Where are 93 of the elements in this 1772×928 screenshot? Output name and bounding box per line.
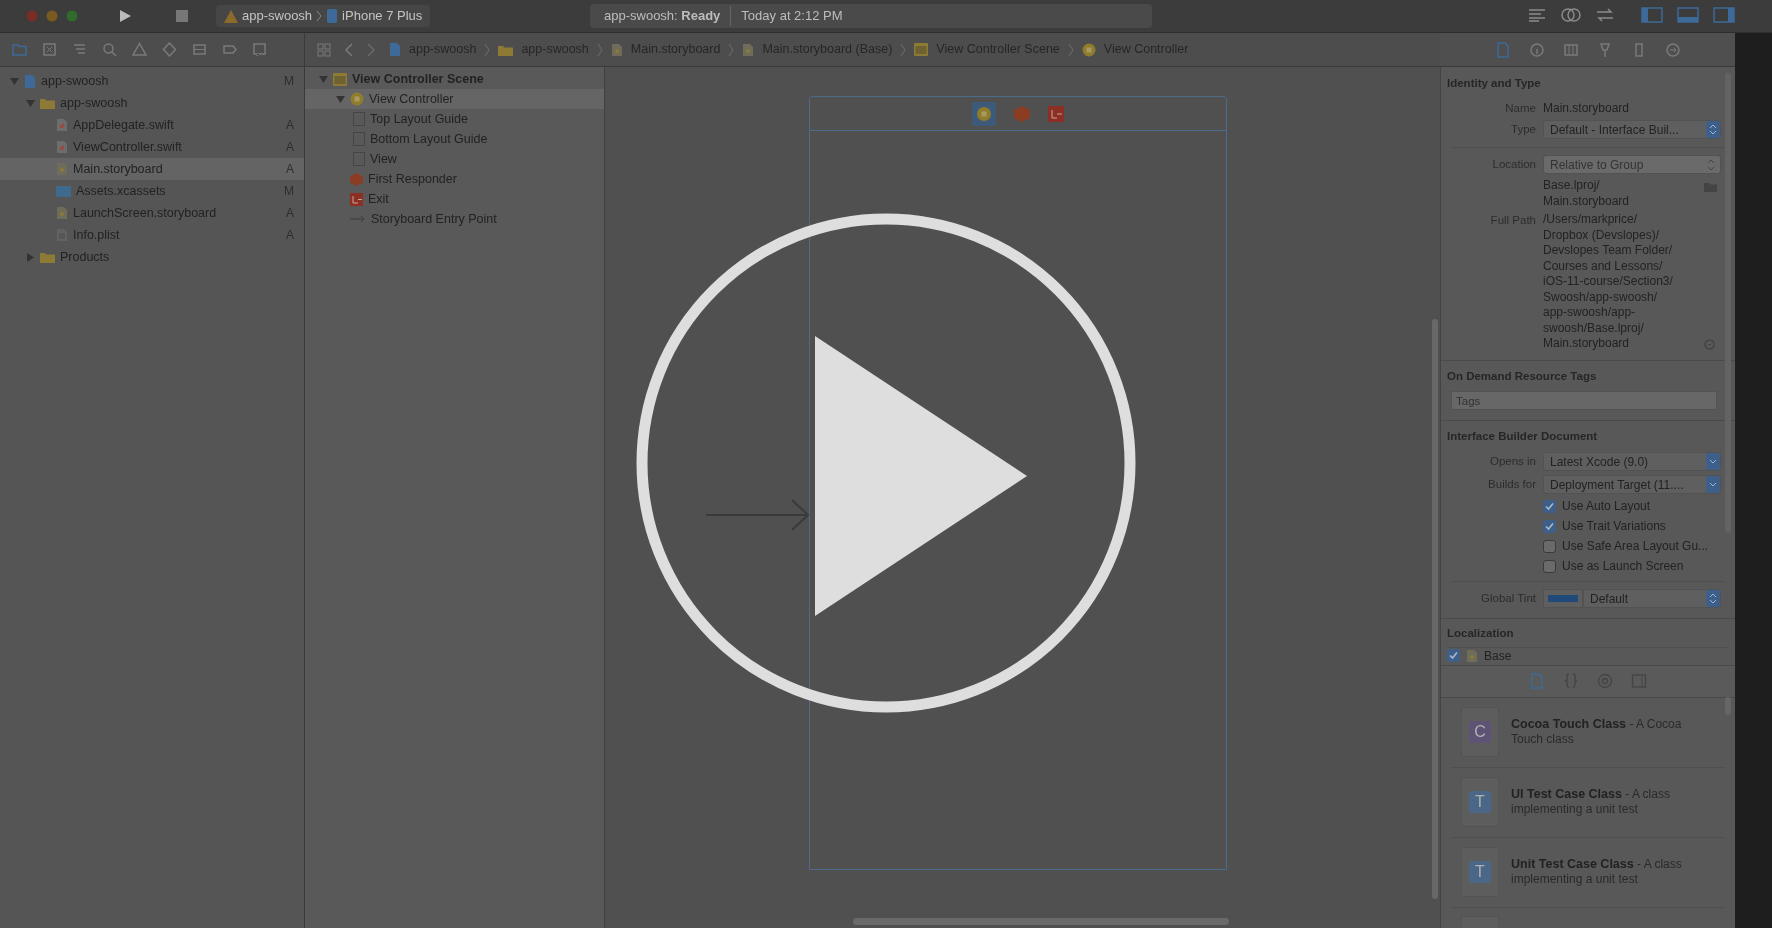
version-editor-icon[interactable] xyxy=(1595,7,1615,23)
message-icon[interactable] xyxy=(252,42,267,57)
identity-icon[interactable] xyxy=(1562,41,1579,58)
color-well[interactable] xyxy=(1543,589,1583,609)
storyboard-file-icon xyxy=(1466,648,1478,663)
standard-editor-icon[interactable] xyxy=(1527,7,1547,23)
checkbox[interactable] xyxy=(1543,539,1556,553)
vertical-scrollbar[interactable] xyxy=(1432,319,1438,899)
status-text: app-swoosh: Ready xyxy=(604,7,721,26)
checkbox[interactable] xyxy=(1543,559,1556,573)
color-swatch xyxy=(1548,595,1578,603)
template-letter: C xyxy=(1469,721,1491,743)
exit-icon xyxy=(350,192,363,206)
disclosure-triangle-icon[interactable] xyxy=(10,76,19,86)
checkbox[interactable] xyxy=(1447,649,1460,662)
cube-icon xyxy=(350,172,363,186)
disclosure-triangle-icon[interactable] xyxy=(336,94,345,104)
cube-icon[interactable] xyxy=(1014,105,1030,122)
chevron-icon xyxy=(484,42,491,57)
disclosure-triangle-icon[interactable] xyxy=(26,252,35,262)
chevron-icon xyxy=(900,42,907,57)
storyboard-file-icon xyxy=(56,162,68,176)
chevron-down-icon xyxy=(1706,476,1720,494)
chevron-icon xyxy=(596,42,603,57)
popup-button[interactable]: Default - Interface Buil... xyxy=(1543,120,1721,140)
outline-label: View xyxy=(370,150,397,168)
popup-button[interactable]: Deployment Target (11.... xyxy=(1543,475,1721,495)
horizontal-scrollbar[interactable] xyxy=(853,918,1229,925)
project-file-icon xyxy=(389,42,401,57)
template-letter: T xyxy=(1469,791,1491,813)
storyboard-file-icon xyxy=(742,42,755,57)
chevron-down-icon xyxy=(1706,453,1720,471)
status-time: Today at 2:12 PM xyxy=(730,6,843,26)
tag-icon[interactable] xyxy=(222,42,237,57)
back-icon[interactable] xyxy=(345,42,353,57)
swift-file-icon xyxy=(56,118,68,132)
controller-icon xyxy=(350,92,364,106)
file-icon[interactable] xyxy=(1529,673,1545,689)
stepper-arrows-icon xyxy=(1706,590,1720,608)
controller-icon[interactable] xyxy=(972,101,996,126)
search-icon[interactable] xyxy=(102,42,117,57)
swift-file-icon xyxy=(56,140,68,154)
help-icon[interactable] xyxy=(1528,41,1545,58)
chevron-icon xyxy=(1067,42,1074,57)
template-letter: T xyxy=(1469,861,1491,883)
warning-icon[interactable] xyxy=(132,42,147,57)
chevron-icon xyxy=(728,42,735,57)
grid-icon[interactable] xyxy=(317,42,331,57)
checkbox[interactable] xyxy=(1543,519,1556,533)
square-cross-icon[interactable] xyxy=(42,42,57,57)
folder-icon xyxy=(40,251,55,263)
controller-icon xyxy=(1081,42,1096,57)
disclosure-triangle-icon[interactable] xyxy=(319,74,328,84)
list-icon[interactable] xyxy=(192,42,207,57)
folder-icon[interactable] xyxy=(12,42,27,57)
asset-folder-icon xyxy=(56,185,71,197)
assistant-editor-icon[interactable] xyxy=(1561,7,1581,23)
popup-button[interactable]: Default xyxy=(1583,589,1721,609)
forward-icon[interactable] xyxy=(367,42,375,57)
hierarchy-icon[interactable] xyxy=(72,42,87,57)
stepper-arrows-icon xyxy=(1706,121,1720,139)
outline-row[interactable]: View xyxy=(305,149,604,169)
project-file-icon xyxy=(24,73,36,89)
diamond-icon[interactable] xyxy=(162,42,177,57)
run-icon[interactable] xyxy=(118,9,132,23)
inspector-toggle-icon[interactable] xyxy=(1713,7,1735,23)
arrow-icon xyxy=(350,214,366,224)
outline-row[interactable]: View Controller xyxy=(305,89,604,109)
storyboard-file-icon xyxy=(56,206,68,220)
folder-icon xyxy=(40,97,55,109)
storyboard-file-icon xyxy=(610,42,623,57)
vertical-scrollbar[interactable] xyxy=(1725,73,1731,533)
chevron-icon xyxy=(316,10,323,22)
file-icon[interactable] xyxy=(1494,41,1511,58)
scheme-name[interactable]: app-swoosh xyxy=(242,6,313,26)
vertical-scrollbar[interactable] xyxy=(1725,697,1731,715)
disclosure-triangle-icon[interactable] xyxy=(26,98,35,108)
scene-icon xyxy=(333,72,347,86)
connections-icon[interactable] xyxy=(1664,41,1681,58)
navigator-toggle-icon[interactable] xyxy=(1641,7,1663,23)
stop-icon[interactable] xyxy=(176,10,188,22)
stepper-arrows-icon xyxy=(1707,158,1715,171)
exit-icon[interactable] xyxy=(1048,105,1064,122)
hammer-icon xyxy=(224,9,238,23)
debug-area-toggle-icon[interactable] xyxy=(1677,7,1699,23)
device-name[interactable]: iPhone 7 Plus xyxy=(342,6,423,26)
popup-button[interactable]: Latest Xcode (9.0) xyxy=(1543,452,1721,472)
checkbox[interactable] xyxy=(1543,499,1556,513)
file-name: Main.storyboard xyxy=(73,160,164,178)
folder-icon xyxy=(498,43,514,56)
phone-icon xyxy=(326,9,339,23)
scene-icon xyxy=(914,43,929,56)
outline-label: View Controller xyxy=(369,90,454,108)
